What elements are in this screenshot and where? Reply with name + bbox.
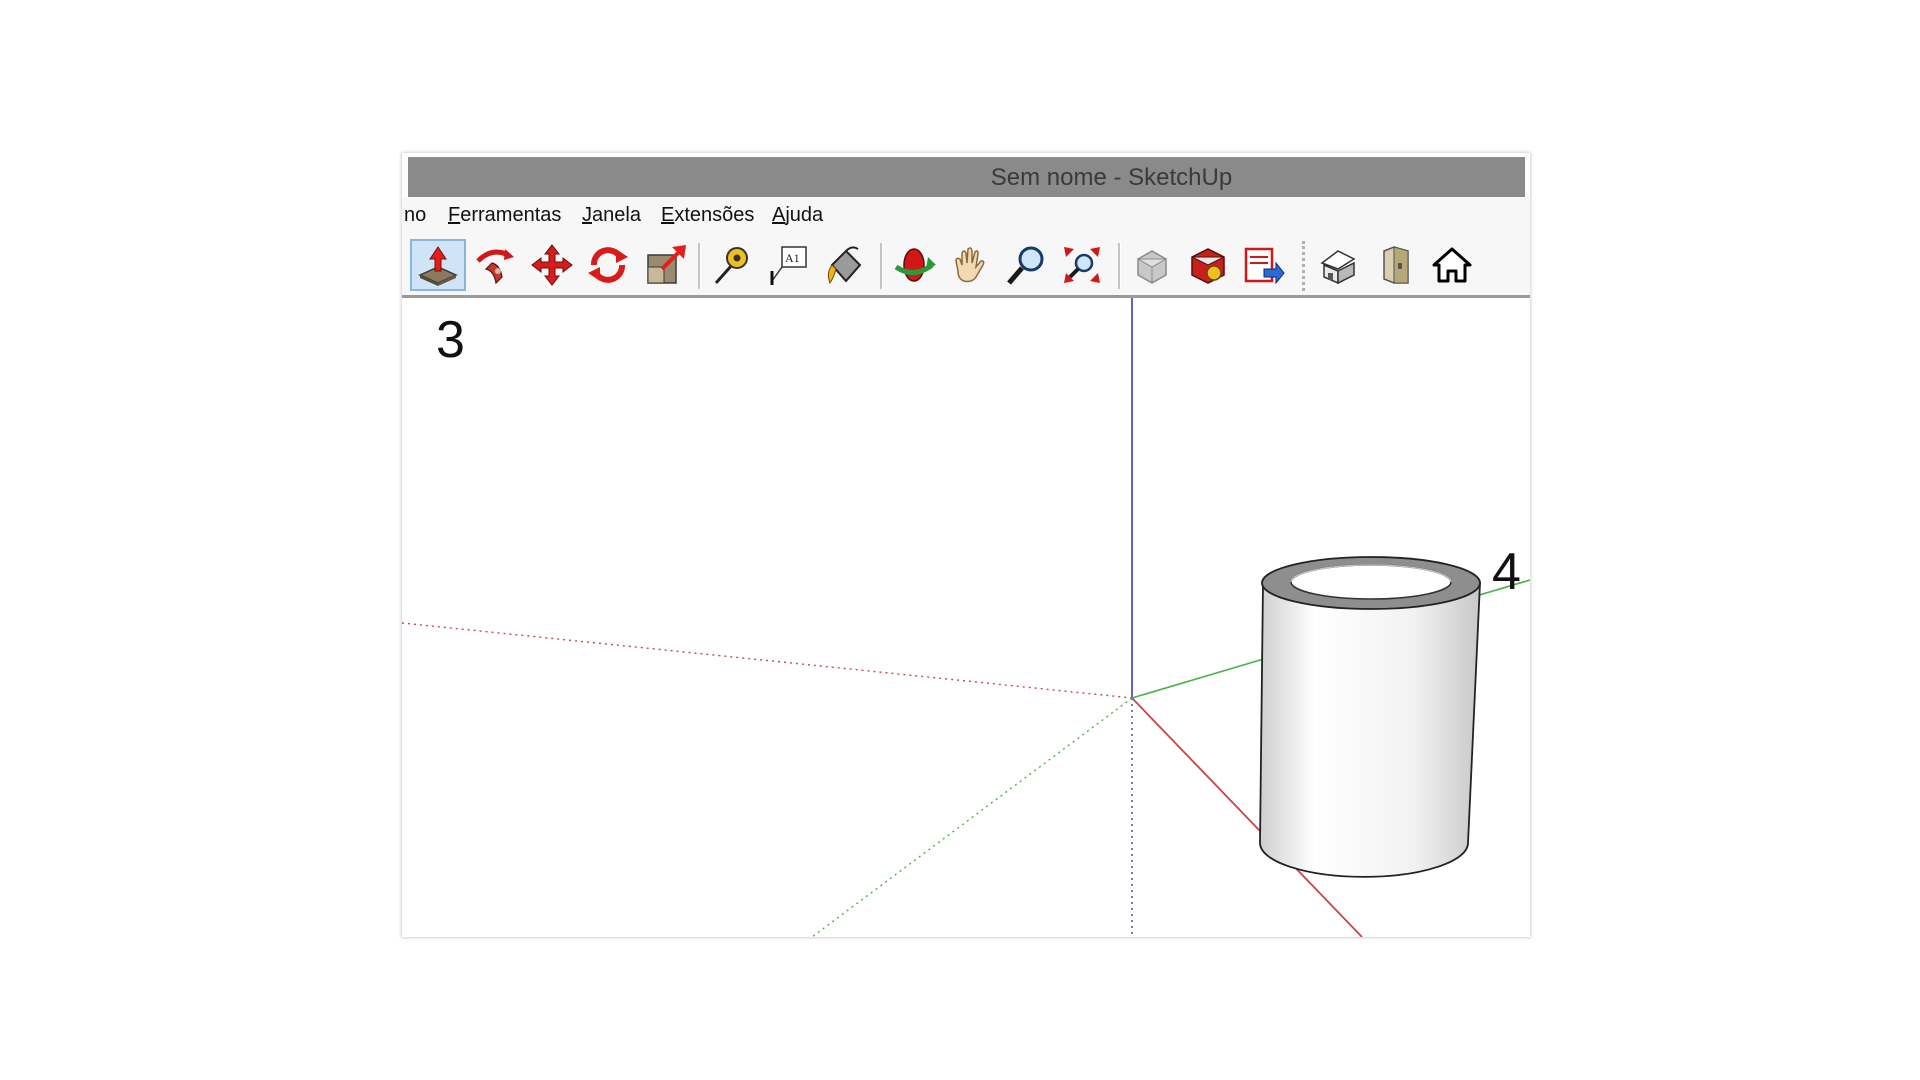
menu-item-janela[interactable]: Janela: [582, 204, 641, 227]
send-to-layout-icon: [1244, 247, 1285, 285]
send-to-layout-button[interactable]: [1236, 239, 1292, 291]
move-icon: [531, 244, 573, 286]
title-bar[interactable]: Sem nome - SketchUp: [408, 157, 1525, 197]
green-axis-negative: [811, 697, 1133, 937]
toolbar-separator: [698, 243, 701, 289]
menu-bar: no Ferramentas Janela Extensões Ajuda: [402, 197, 1530, 235]
svg-text:A1: A1: [785, 251, 800, 265]
scale-button[interactable]: [638, 239, 694, 291]
menu-item-ajuda[interactable]: Ajuda: [772, 204, 823, 227]
push-pull-button[interactable]: [410, 239, 466, 291]
paint-bucket-button[interactable]: [816, 239, 872, 291]
iso-view-button[interactable]: [1312, 239, 1368, 291]
zoom-extents-button[interactable]: [1054, 239, 1110, 291]
text-button[interactable]: A1: [760, 239, 816, 291]
rotate-button[interactable]: [580, 239, 636, 291]
window-title: Sem nome - SketchUp: [990, 164, 1233, 191]
front-view-button[interactable]: [1368, 239, 1424, 291]
warehouse-button[interactable]: [1124, 239, 1180, 291]
toolbar-separator: [880, 243, 883, 289]
sketchup-window: Sem nome - SketchUp no Ferramentas Janel…: [402, 153, 1530, 937]
step-label-3: 3: [436, 311, 465, 369]
zoom-button[interactable]: [998, 239, 1054, 291]
menu-item-camera-partial[interactable]: no: [404, 204, 426, 227]
pan-button[interactable]: [942, 239, 998, 291]
pan-hand-icon: [955, 247, 985, 283]
modeling-viewport[interactable]: 3 4: [402, 298, 1530, 937]
menu-item-extensoes[interactable]: Extensões: [661, 204, 754, 227]
zoom-magnifier-icon: [1007, 246, 1044, 285]
move-button[interactable]: [524, 239, 580, 291]
follow-me-icon: [476, 249, 514, 285]
red-axis-negative: [402, 622, 1133, 699]
main-toolbar: A1: [402, 235, 1530, 298]
paint-bucket-icon: [827, 246, 862, 285]
orbit-icon: [894, 248, 936, 282]
tape-measure-icon: [714, 247, 748, 284]
orbit-button[interactable]: [886, 239, 942, 291]
tape-measure-button[interactable]: [704, 239, 760, 291]
toolbar-grip[interactable]: [1302, 241, 1308, 291]
extension-warehouse-icon: [1191, 248, 1225, 284]
push-pull-icon: [418, 246, 458, 286]
menu-item-ferramentas[interactable]: Ferramentas: [448, 204, 561, 227]
warehouse-icon: [1136, 250, 1168, 284]
home-view-button[interactable]: [1424, 239, 1480, 291]
toolbar-separator: [1118, 243, 1121, 289]
scale-icon: [647, 245, 686, 284]
tube-cylinder[interactable]: [1259, 556, 1481, 878]
step-label-4: 4: [1492, 543, 1521, 601]
rotate-icon: [588, 247, 628, 283]
extension-warehouse-button[interactable]: [1180, 239, 1236, 291]
zoom-extents-icon: [1064, 247, 1100, 283]
text-icon: A1: [770, 246, 807, 285]
follow-me-button[interactable]: [466, 239, 522, 291]
scene-canvas: [402, 298, 1530, 937]
front-view-icon: [1383, 246, 1409, 284]
home-icon: [1432, 247, 1472, 283]
house-iso-icon: [1320, 250, 1356, 285]
